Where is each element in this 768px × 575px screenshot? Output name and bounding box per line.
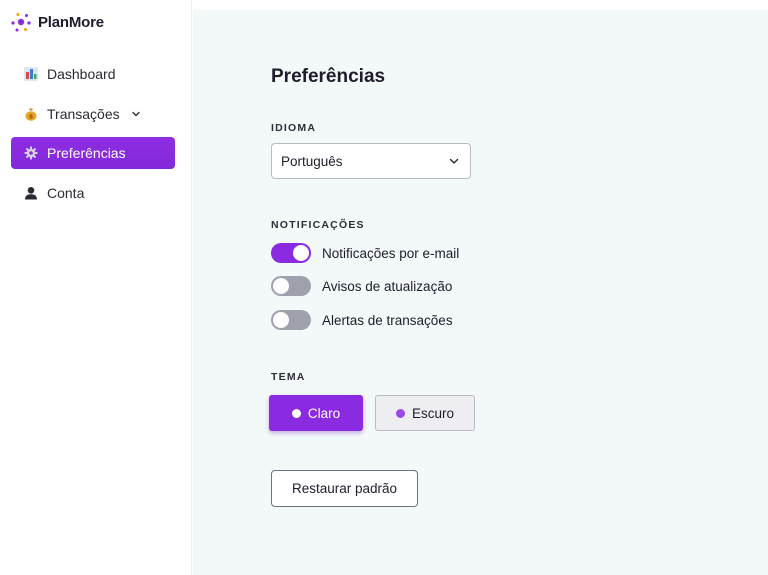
radio-dot-icon: [395, 408, 405, 418]
gear-icon: [24, 146, 38, 160]
sidebar-item-label: Dashboard: [47, 66, 116, 82]
sidebar-item-transacoes[interactable]: $ Transações: [11, 98, 175, 130]
theme-option-label: Escuro: [411, 405, 455, 421]
restore-defaults-button[interactable]: Restaurar padrão: [271, 470, 418, 507]
sidebar-item-label: Preferências: [47, 145, 126, 161]
language-select[interactable]: Português: [271, 143, 471, 179]
notifications-section-label: NOTIFICAÇÕES: [271, 219, 365, 231]
transaction-alerts-toggle[interactable]: [271, 310, 311, 330]
sidebar-item-label: Conta: [47, 184, 85, 201]
toggle-knob: [273, 278, 289, 294]
theme-light-button[interactable]: Claro: [269, 395, 363, 431]
sidebar-item-conta[interactable]: Conta: [11, 177, 175, 209]
toggle-label: Avisos de atualização: [322, 278, 453, 294]
sidebar-item-label: Transações: [47, 105, 120, 122]
sidebar-item-preferencias[interactable]: Preferências: [11, 137, 175, 169]
svg-text:$: $: [29, 112, 34, 120]
brand[interactable]: PlanMore: [10, 11, 104, 33]
money-bag-icon: $: [24, 107, 38, 121]
toggle-knob: [273, 312, 289, 328]
toggle-knob: [293, 245, 309, 261]
theme-option-label: Claro: [307, 405, 341, 421]
sidebar: PlanMore Dashboard $ Transações Preferên…: [0, 0, 192, 575]
notification-row-transactions: Alertas de transações: [271, 310, 453, 330]
email-notifications-toggle[interactable]: [271, 243, 311, 263]
sidebar-nav: Dashboard $ Transações Preferências Cont…: [11, 58, 175, 216]
notification-row-updates: Avisos de atualização: [271, 276, 452, 296]
language-section-label: IDIOMA: [271, 122, 317, 134]
planmore-logo-icon: [11, 13, 31, 32]
language-select-value: Português: [281, 153, 343, 169]
brand-name: PlanMore: [38, 13, 104, 31]
notification-row-email: Notificações por e-mail: [271, 243, 459, 263]
theme-section-label: TEMA: [271, 371, 306, 383]
bar-chart-icon: [24, 67, 38, 81]
toggle-label: Notificações por e-mail: [322, 245, 460, 261]
radio-dot-icon: [291, 408, 301, 418]
sidebar-item-dashboard[interactable]: Dashboard: [11, 58, 175, 90]
page-title: Preferências: [271, 66, 386, 87]
user-icon: [24, 186, 38, 200]
chevron-down-icon: [449, 158, 459, 164]
main-content: Preferências IDIOMA Português NOTIFICAÇÕ…: [193, 10, 768, 575]
toggle-label: Alertas de transações: [322, 312, 453, 328]
theme-dark-button[interactable]: Escuro: [375, 395, 475, 431]
chevron-down-icon[interactable]: [131, 109, 141, 119]
update-notices-toggle[interactable]: [271, 276, 311, 296]
